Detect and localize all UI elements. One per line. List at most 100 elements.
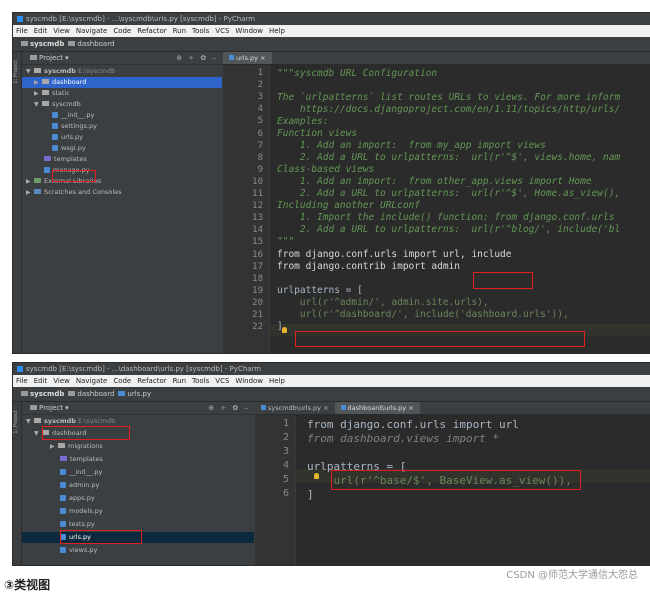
- code-line: 1. Add an import: from my_app import vie…: [277, 140, 546, 151]
- tree-item[interactable]: views.py: [60, 545, 97, 556]
- tree-item[interactable]: templates: [60, 454, 103, 465]
- menu-edit[interactable]: Edit: [34, 377, 48, 385]
- tree-item-label: models.py: [69, 507, 103, 515]
- code-editor[interactable]: urls.py × 1 2 3 4 5 6 7 8 9 10 11 12 13 14 15 16 17 18 19 2…: [223, 52, 650, 353]
- folder-icon: [42, 90, 49, 95]
- tree-item-selected[interactable]: urls.py: [22, 532, 254, 543]
- tree-item-label: manage.py: [53, 166, 90, 174]
- code-line: ]: [307, 488, 314, 501]
- expand-arrow-icon[interactable]: ▶: [50, 441, 58, 452]
- code-area[interactable]: """syscmdb URL Configuration The `urlpat…: [223, 65, 650, 353]
- project-tool-tab[interactable]: 1: Project: [13, 52, 22, 353]
- expand-arrow-icon[interactable]: ▶: [34, 88, 42, 99]
- folder-icon: [60, 456, 67, 461]
- menu-help[interactable]: Help: [269, 27, 285, 35]
- expand-arrow-icon[interactable]: ▶: [26, 187, 34, 198]
- menu-help[interactable]: Help: [269, 377, 285, 385]
- project-tool-tab[interactable]: 1: Project: [13, 402, 22, 565]
- breadcrumb-item[interactable]: dashboard: [77, 390, 114, 398]
- code-editor[interactable]: syscmdb\urls.py × dashboard\urls.py × 123…: [255, 402, 650, 565]
- menu-run[interactable]: Run: [173, 27, 186, 35]
- breadcrumb-item[interactable]: syscmdb: [30, 390, 64, 398]
- menu-vcs[interactable]: VCS: [215, 27, 229, 35]
- tree-item[interactable]: models.py: [60, 506, 103, 517]
- title-bar: syscmdb [E:\syscmdb] - ...\dashboard\url…: [13, 363, 650, 375]
- folder-icon: [21, 41, 28, 46]
- tree-item-label: migrations: [68, 442, 103, 450]
- panel-title[interactable]: Project: [39, 54, 63, 62]
- menu-window[interactable]: Window: [235, 377, 263, 385]
- menu-view[interactable]: View: [53, 27, 70, 35]
- code-area[interactable]: from django.conf.urls import url from da…: [255, 415, 650, 565]
- tree-item-selected[interactable]: ▶ dashboard: [22, 77, 222, 88]
- menu-file[interactable]: File: [16, 27, 28, 35]
- tree-item[interactable]: ▶ static: [34, 88, 70, 99]
- menu-view[interactable]: View: [53, 377, 70, 385]
- expand-arrow-icon[interactable]: ▶: [34, 77, 42, 88]
- editor-tabs: syscmdb\urls.py × dashboard\urls.py ×: [255, 402, 650, 415]
- expand-arrow-icon[interactable]: ▼: [26, 66, 34, 77]
- breadcrumb-item[interactable]: urls.py: [127, 390, 151, 398]
- tree-item[interactable]: __init__.py: [60, 467, 102, 478]
- tree-item[interactable]: ▼ syscmdb E:\syscmdb: [26, 416, 115, 427]
- tree-item[interactable]: admin.py: [60, 480, 99, 491]
- expand-arrow-icon[interactable]: ▼: [34, 99, 42, 110]
- menu-run[interactable]: Run: [173, 377, 186, 385]
- python-file-icon: [60, 495, 66, 501]
- tree-item-label: syscmdb: [44, 417, 76, 425]
- tree-item[interactable]: apps.py: [60, 493, 95, 504]
- tree-item[interactable]: ▼ dashboard: [34, 428, 86, 439]
- code-line: The `urlpatterns` list routes URLs to vi…: [277, 92, 621, 103]
- project-panel: Project ▾ ⊕ ÷ ✿ – ▼ syscmdb E:\syscmdb ▶ da…: [22, 52, 222, 353]
- python-file-icon: [60, 521, 66, 527]
- python-file-icon: [60, 469, 66, 475]
- menu-code[interactable]: Code: [113, 377, 131, 385]
- code-line: https://docs.djangoproject.com/en/1.11/t…: [277, 104, 621, 115]
- side-tab-label: 1: Project: [13, 60, 19, 84]
- expand-arrow-icon[interactable]: ▶: [26, 176, 34, 187]
- panel-tools[interactable]: ⊕ ÷ ✿ –: [176, 52, 218, 64]
- scratches-icon: [34, 189, 41, 194]
- tree-item-label: Scratches and Consoles: [44, 188, 122, 196]
- tree-item[interactable]: wsgi.py: [52, 143, 86, 154]
- menu-tools[interactable]: Tools: [192, 377, 209, 385]
- folder-icon: [42, 101, 49, 106]
- tree-item[interactable]: manage.py: [44, 165, 90, 176]
- tree-item[interactable]: tests.py: [60, 519, 95, 530]
- window-title: syscmdb [E:\syscmdb] - ...\dashboard\url…: [26, 365, 262, 373]
- tree-item[interactable]: urls.py: [52, 132, 83, 143]
- tree-item[interactable]: ▼ syscmdb E:\syscmdb: [26, 66, 222, 77]
- menu-tools[interactable]: Tools: [192, 27, 209, 35]
- menu-window[interactable]: Window: [235, 27, 263, 35]
- menu-refactor[interactable]: Refactor: [137, 27, 166, 35]
- code-line: url(r'^dashboard/', include('dashboard.u…: [277, 309, 569, 320]
- menu-navigate[interactable]: Navigate: [76, 27, 107, 35]
- tree-item[interactable]: ▶ External Libraries: [26, 176, 101, 187]
- tab-dashboard-urls-py[interactable]: dashboard\urls.py ×: [334, 402, 420, 414]
- menu-bar: File Edit View Navigate Code Refactor Run Tools…: [13, 25, 650, 37]
- tree-item[interactable]: ▶ migrations: [50, 441, 103, 452]
- menu-file[interactable]: File: [16, 377, 28, 385]
- tree-item-label: apps.py: [69, 494, 95, 502]
- menu-navigate[interactable]: Navigate: [76, 377, 107, 385]
- expand-arrow-icon[interactable]: ▼: [26, 416, 34, 427]
- menu-vcs[interactable]: VCS: [215, 377, 229, 385]
- tree-item[interactable]: settings.py: [52, 121, 97, 132]
- menu-refactor[interactable]: Refactor: [137, 377, 166, 385]
- panel-title[interactable]: Project: [39, 404, 63, 412]
- tree-item[interactable]: __init__.py: [52, 110, 94, 121]
- tree-item[interactable]: ▶ Scratches and Consoles: [26, 187, 122, 198]
- menu-code[interactable]: Code: [113, 27, 131, 35]
- expand-arrow-icon[interactable]: ▼: [34, 428, 42, 439]
- tree-item-label: dashboard: [52, 429, 87, 437]
- tree-item[interactable]: ▼ syscmdb: [34, 99, 81, 110]
- breadcrumb-item[interactable]: dashboard: [77, 40, 114, 48]
- panel-tools[interactable]: ⊕ ÷ ✿ –: [208, 402, 250, 414]
- code-line: from django.contrib import admin: [277, 261, 461, 272]
- breadcrumb-item[interactable]: syscmdb: [30, 40, 64, 48]
- tab-urls-py[interactable]: urls.py ×: [223, 52, 272, 64]
- tree-item[interactable]: templates: [44, 154, 87, 165]
- tab-syscmdb-urls-py[interactable]: syscmdb\urls.py ×: [255, 402, 335, 414]
- tree-item-label: wsgi.py: [61, 144, 86, 152]
- menu-edit[interactable]: Edit: [34, 27, 48, 35]
